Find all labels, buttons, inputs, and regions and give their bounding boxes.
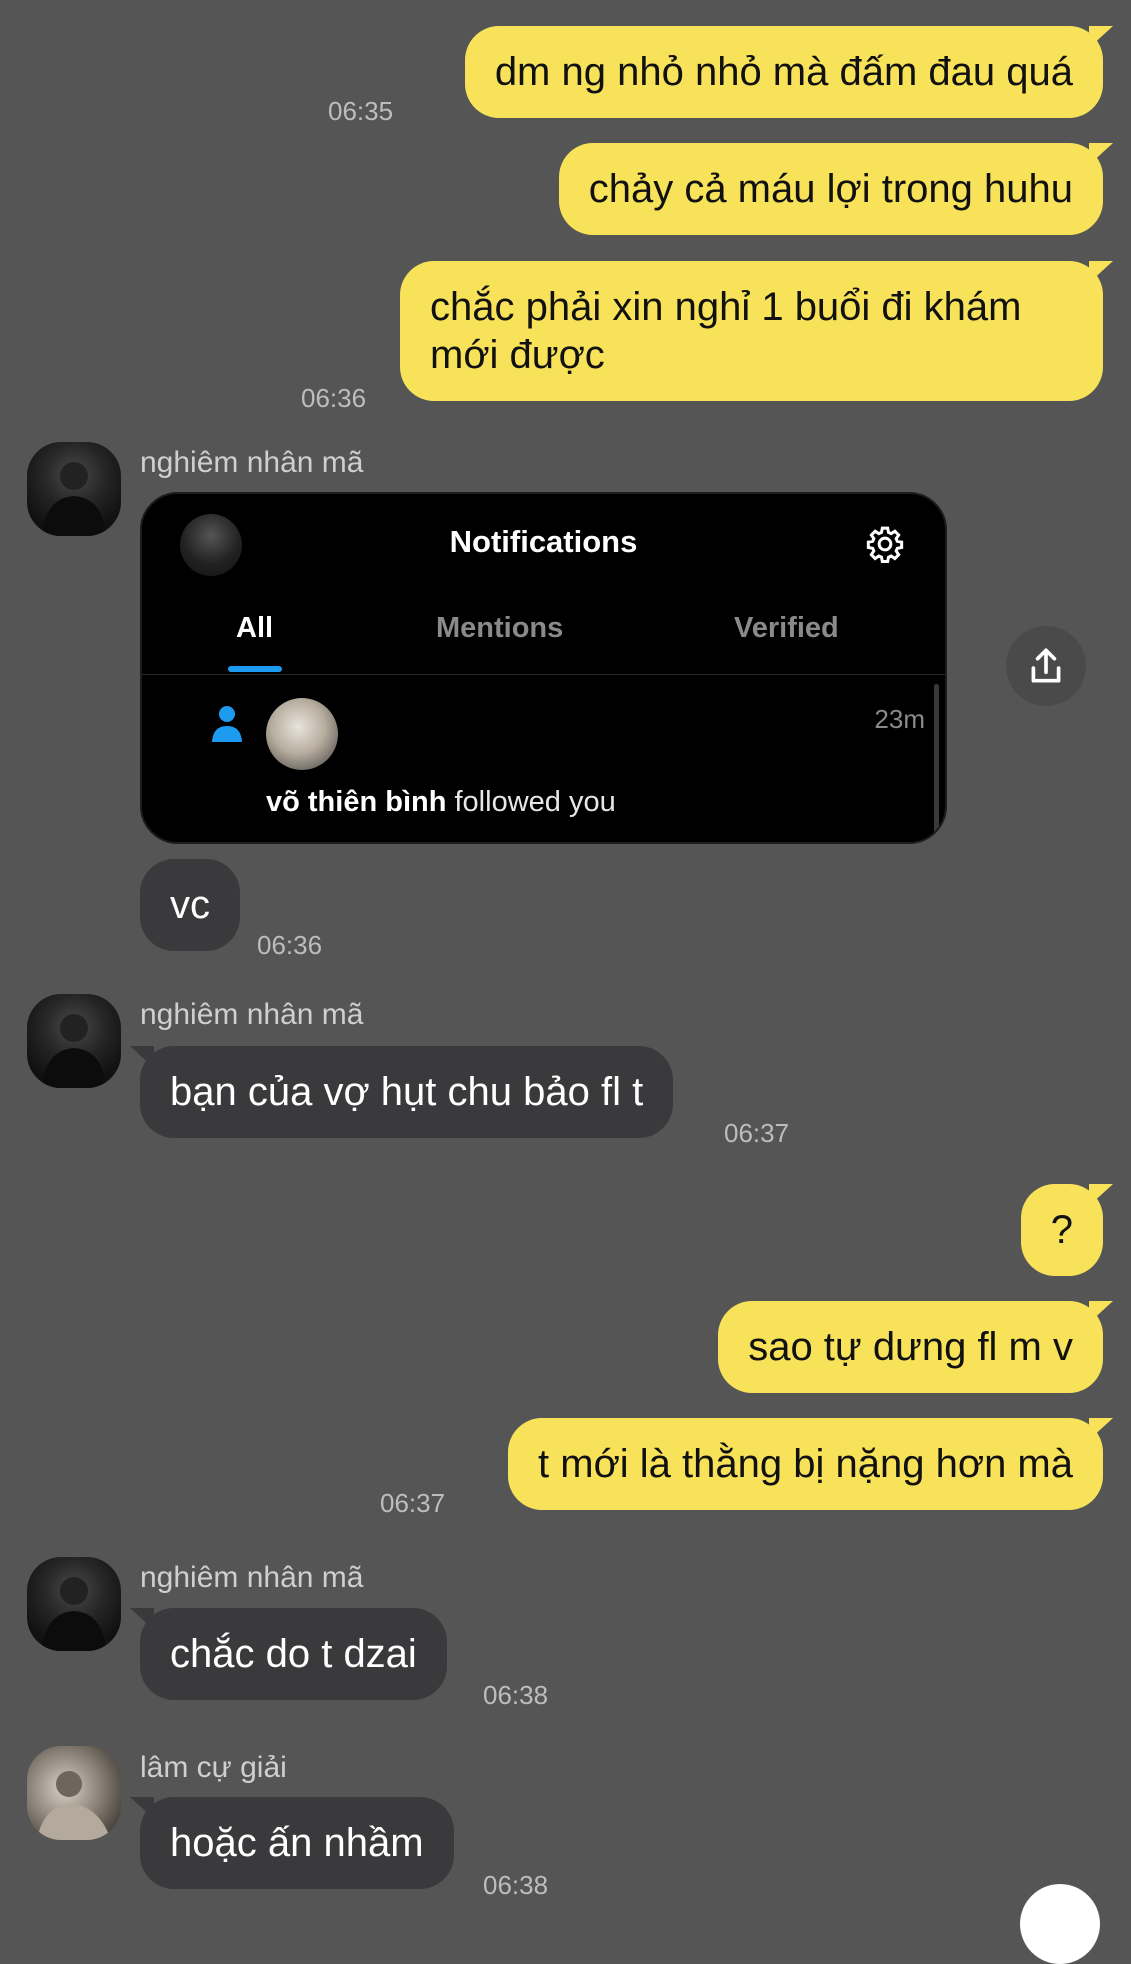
message-text: t mới là thằng bị nặng hơn mà bbox=[538, 1442, 1073, 1486]
message-text: bạn của vợ hụt chu bảo fl t bbox=[170, 1070, 644, 1114]
my-message-bubble[interactable]: ? bbox=[1020, 1184, 1114, 1276]
message-time: 06:38 bbox=[483, 1870, 549, 1900]
message-text: vc bbox=[170, 883, 210, 927]
tab-divider bbox=[142, 674, 945, 675]
share-icon bbox=[1031, 648, 1061, 683]
notification-time: 23m bbox=[874, 704, 925, 734]
person-icon bbox=[212, 706, 242, 742]
message-time: 06:36 bbox=[257, 930, 323, 960]
my-message-bubble[interactable]: chắc phải xin nghỉ 1 buổi đi khám mới đư… bbox=[400, 261, 1113, 401]
active-tab-indicator bbox=[228, 666, 282, 672]
their-message-bubble[interactable]: chắc do t dzai bbox=[130, 1608, 447, 1700]
my-message-bubble[interactable]: sao tự dưng fl m v bbox=[718, 1301, 1113, 1393]
person-photo-icon bbox=[42, 1014, 106, 1088]
follower-avatar bbox=[266, 698, 338, 770]
tab-mentions: Mentions bbox=[436, 612, 564, 644]
gear-icon bbox=[866, 526, 904, 563]
message-time: 06:35 bbox=[328, 96, 394, 126]
share-button[interactable] bbox=[1006, 626, 1086, 706]
message-text-line: chắc phải xin nghỉ 1 buổi đi khám bbox=[430, 285, 1022, 329]
screenshot-title: Notifications bbox=[449, 524, 638, 559]
message-text: sao tự dưng fl m v bbox=[748, 1325, 1073, 1369]
tab-all: All bbox=[236, 612, 274, 644]
notification-text: võ thiên bình followed you bbox=[266, 786, 616, 819]
sender-name: nghiêm nhân mã bbox=[140, 998, 364, 1031]
message-text: ? bbox=[1050, 1208, 1073, 1252]
message-time: 06:38 bbox=[483, 1680, 549, 1710]
message-text: chảy cả máu lợi trong huhu bbox=[588, 167, 1073, 211]
message-time: 06:36 bbox=[301, 383, 367, 413]
sender-avatar[interactable] bbox=[27, 442, 121, 536]
screenshot-scrollbar bbox=[934, 684, 939, 834]
follow-action: followed you bbox=[454, 786, 616, 818]
person-photo-icon bbox=[37, 1771, 111, 1840]
message-text: chắc do t dzai bbox=[170, 1632, 417, 1676]
message-text: dm ng nhỏ nhỏ mà đấm đau quá bbox=[494, 50, 1073, 94]
sender-name: nghiêm nhân mã bbox=[140, 446, 364, 479]
tab-verified: Verified bbox=[734, 612, 839, 644]
shared-screenshot[interactable]: Notifications All Mentions Verified 23m … bbox=[140, 492, 947, 844]
my-message-bubble[interactable]: dm ng nhỏ nhỏ mà đấm đau quá bbox=[464, 26, 1114, 118]
sender-name: nghiêm nhân mã bbox=[140, 1561, 364, 1594]
follower-name: võ thiên bình bbox=[266, 786, 447, 818]
person-photo-icon bbox=[42, 1577, 106, 1651]
their-message-bubble[interactable]: hoặc ấn nhầm bbox=[130, 1797, 454, 1889]
sender-avatar[interactable] bbox=[27, 994, 121, 1088]
their-message-bubble[interactable]: vc bbox=[140, 859, 240, 951]
message-time: 06:37 bbox=[380, 1488, 446, 1518]
their-message-bubble[interactable]: bạn của vợ hụt chu bảo fl t bbox=[129, 1046, 674, 1138]
scroll-down-button[interactable] bbox=[1020, 1884, 1100, 1964]
person-photo-icon bbox=[42, 462, 106, 536]
my-message-bubble[interactable]: chảy cả máu lợi trong huhu bbox=[558, 143, 1114, 235]
my-message-bubble[interactable]: t mới là thằng bị nặng hơn mà bbox=[508, 1418, 1113, 1510]
sender-name: lâm cự giải bbox=[140, 1751, 287, 1784]
sender-avatar[interactable] bbox=[27, 1557, 121, 1651]
message-text: hoặc ấn nhầm bbox=[170, 1821, 424, 1865]
message-time: 06:37 bbox=[724, 1118, 790, 1148]
message-text-line: mới được bbox=[430, 333, 605, 377]
sender-avatar[interactable] bbox=[27, 1746, 121, 1840]
